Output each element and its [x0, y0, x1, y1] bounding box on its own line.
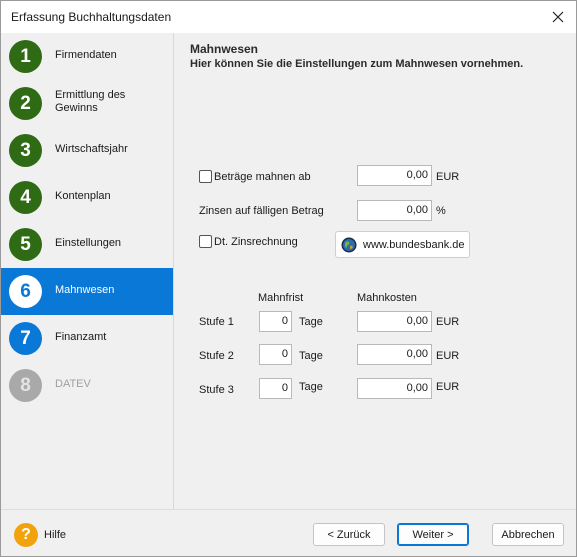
stufe-1-kosten-unit: EUR [436, 316, 460, 328]
step-number-badge: 2 [9, 87, 42, 120]
stufe-2-frist-unit: Tage [299, 350, 323, 362]
step-label: DATEV [55, 378, 91, 390]
step-kontenplan[interactable]: 4 Kontenplan [1, 174, 173, 221]
step-number-badge: 5 [9, 228, 42, 261]
page-title: Mahnwesen [190, 42, 259, 56]
window-title: Erfassung Buchhaltungsdaten [11, 10, 172, 24]
stufe-1-frist-input[interactable]: 0 [259, 311, 292, 332]
stufe-3-frist-input[interactable]: 0 [259, 378, 292, 399]
step-number-badge: 3 [9, 134, 42, 167]
step-label: Kontenplan [55, 190, 111, 202]
step-label-line1: Ermittlung des [55, 89, 126, 101]
step-label: Wirtschaftsjahr [55, 143, 128, 155]
mahnfrist-column-header: Mahnfrist [258, 292, 304, 304]
stufe-3-label: Stufe 3 [199, 384, 234, 396]
globe-icon [341, 237, 357, 252]
step-label-line2: Gewinns [55, 102, 98, 114]
step-number-badge: 8 [9, 369, 42, 402]
betraege-mahnen-input[interactable]: 0,00 [357, 165, 432, 186]
step-firmendaten[interactable]: 1 Firmendaten [1, 33, 173, 80]
step-number-badge: 6 [9, 275, 42, 308]
stufe-1-label: Stufe 1 [199, 316, 234, 328]
betraege-mahnen-checkbox[interactable] [199, 170, 212, 183]
next-button[interactable]: Weiter > [397, 523, 469, 546]
step-number-badge: 7 [9, 322, 42, 355]
stufe-2-kosten-unit: EUR [436, 350, 460, 362]
step-number-badge: 4 [9, 181, 42, 214]
step-label: Einstellungen [55, 237, 122, 249]
zinsrechnung-label: Dt. Zinsrechnung [214, 236, 298, 248]
zinsrechnung-checkbox[interactable] [199, 235, 212, 248]
close-icon [552, 11, 564, 23]
dialog-window: Erfassung Buchhaltungsdaten 1 Firmendate… [0, 0, 577, 557]
step-number-badge: 1 [9, 40, 42, 73]
mahnkosten-column-header: Mahnkosten [357, 292, 417, 304]
page-subtitle: Hier können Sie die Einstellungen zum Ma… [190, 58, 524, 70]
stufe-3-frist-unit: Tage [299, 381, 323, 393]
betraege-mahnen-label: Beträge mahnen ab [214, 171, 311, 183]
bundesbank-button-label: www.bundesbank.de [363, 238, 465, 251]
close-button[interactable] [548, 7, 568, 27]
stufe-3-kosten-unit: EUR [436, 381, 460, 393]
step-label: Ermittlung des Gewinns [55, 89, 125, 115]
wizard-steps-sidebar: 1 Firmendaten 2 Ermittlung des Gewinns 3… [1, 33, 173, 509]
stufe-3-kosten-input[interactable]: 0,00 [357, 378, 432, 399]
main-panel: Mahnwesen Hier können Sie die Einstellun… [174, 33, 576, 509]
step-einstellungen[interactable]: 5 Einstellungen [1, 221, 173, 268]
title-bar: Erfassung Buchhaltungsdaten [1, 1, 576, 33]
step-mahnwesen[interactable]: 6 Mahnwesen [1, 268, 173, 315]
step-datev: 8 DATEV [1, 362, 173, 409]
zinsen-label: Zinsen auf fälligen Betrag [199, 205, 324, 217]
betraege-unit: EUR [436, 171, 460, 183]
help-icon[interactable]: ? [14, 523, 38, 547]
zinsen-unit: % [436, 205, 446, 217]
step-label: Finanzamt [55, 331, 107, 343]
stufe-1-frist-unit: Tage [299, 316, 323, 328]
stufe-2-kosten-input[interactable]: 0,00 [357, 344, 432, 365]
help-link[interactable]: Hilfe [44, 529, 66, 541]
step-finanzamt[interactable]: 7 Finanzamt [1, 315, 173, 362]
back-button[interactable]: < Zurück [313, 523, 385, 546]
step-wirtschaftsjahr[interactable]: 3 Wirtschaftsjahr [1, 127, 173, 174]
zinsen-input[interactable]: 0,00 [357, 200, 432, 221]
step-label: Mahnwesen [55, 284, 115, 296]
cancel-button[interactable]: Abbrechen [492, 523, 564, 546]
bundesbank-button[interactable]: www.bundesbank.de [335, 231, 470, 258]
stufe-2-frist-input[interactable]: 0 [259, 344, 292, 365]
step-ermittlung-des-gewinns[interactable]: 2 Ermittlung des Gewinns [1, 80, 173, 127]
footer-bar: ? Hilfe < Zurück Weiter > Abbrechen [1, 510, 576, 556]
step-label: Firmendaten [55, 49, 117, 61]
stufe-1-kosten-input[interactable]: 0,00 [357, 311, 432, 332]
stufe-2-label: Stufe 2 [199, 350, 234, 362]
